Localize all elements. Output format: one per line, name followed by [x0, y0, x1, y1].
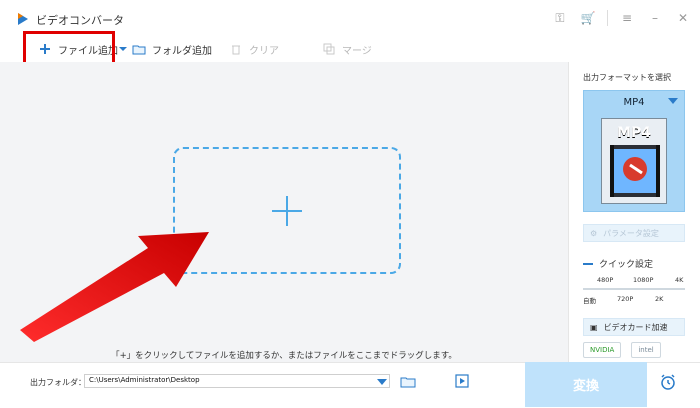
folder-add-icon — [132, 42, 146, 56]
app-title: ビデオコンバータ — [36, 14, 124, 27]
clear-button[interactable]: クリア — [229, 40, 279, 58]
chevron-down-icon — [377, 379, 387, 385]
minimize-icon[interactable]: – — [646, 9, 664, 27]
chevron-down-icon — [668, 98, 678, 104]
merge-button[interactable]: マージ — [322, 40, 372, 58]
trash-icon — [229, 42, 243, 56]
gpu-acceleration-label: ビデオカード加速 — [603, 322, 668, 332]
gpu-acceleration-toggle[interactable]: ▣ ビデオカード加速 — [583, 318, 685, 336]
quality-labels-top: 480P 1080P 4K — [583, 276, 685, 286]
menu-icon[interactable]: ≡ — [618, 9, 636, 27]
parameter-settings-label: パラメータ設定 — [603, 228, 659, 238]
titlebar-separator — [607, 10, 608, 26]
intel-chip[interactable]: intel — [631, 342, 661, 358]
plus-icon[interactable] — [270, 194, 304, 228]
quality-480p: 480P — [597, 276, 614, 284]
alarm-clock-icon[interactable] — [658, 372, 678, 392]
quality-4k: 4K — [675, 276, 684, 284]
output-folder-path: C:\Users\Administrator\Desktop — [89, 376, 200, 384]
quick-settings: クイック設定 — [583, 257, 653, 270]
window-controls: ⚿ 🛒 ≡ – ✕ — [551, 8, 692, 28]
merge-label: マージ — [342, 45, 372, 57]
quality-slider[interactable] — [583, 288, 685, 290]
filmstrip-icon — [610, 145, 660, 197]
add-file-highlight — [23, 31, 115, 65]
parameter-settings-button[interactable]: ⚙ パラメータ設定 — [583, 224, 685, 242]
drop-hint: 「+」をクリックしてファイルを追加するか、またはファイルをここまでドラッグします… — [111, 351, 457, 361]
add-file-dropdown[interactable] — [116, 40, 130, 58]
video-converter-app: ビデオコンバータ ⚿ 🛒 ≡ – ✕ ファイル追加 フォルダ追加 クリア マージ… — [0, 0, 700, 408]
output-folder-select[interactable]: C:\Users\Administrator\Desktop — [84, 374, 390, 388]
key-icon[interactable]: ⚿ — [551, 9, 569, 27]
gpu-icon: ▣ — [590, 322, 598, 332]
merge-icon — [322, 42, 336, 56]
drop-zone[interactable] — [173, 147, 401, 274]
gpu-chips: NVIDIA intel — [583, 342, 685, 358]
quality-1080p: 1080P — [633, 276, 654, 284]
output-folder-label: 出力フォルダ： — [30, 378, 86, 387]
convert-button[interactable]: 変換 — [525, 362, 647, 407]
chevron-down-icon — [116, 42, 130, 56]
cart-icon[interactable]: 🛒 — [579, 9, 597, 27]
quick-settings-icon — [583, 262, 593, 265]
close-icon[interactable]: ✕ — [674, 9, 692, 27]
format-selector[interactable]: MP4 MP4 — [583, 90, 685, 212]
app-logo-icon — [18, 13, 28, 25]
quality-2k: 2K — [655, 295, 664, 303]
nvidia-chip[interactable]: NVIDIA — [583, 342, 622, 358]
add-folder-label: フォルダ追加 — [152, 45, 212, 57]
settings-icon: ⚙ — [590, 228, 598, 238]
quality-720p: 720P — [617, 295, 634, 303]
clear-label: クリア — [249, 45, 279, 57]
preview-icon[interactable] — [454, 373, 470, 389]
quick-settings-label: クイック設定 — [599, 260, 654, 270]
add-folder-button[interactable]: フォルダ追加 — [132, 40, 212, 58]
file-area: 「+」をクリックしてファイルを追加するか、またはファイルをここまでドラッグします… — [0, 62, 568, 362]
open-folder-icon[interactable] — [400, 373, 416, 389]
quality-labels-bottom: 自動 720P 2K — [583, 295, 685, 305]
mp4-format-tile: MP4 — [601, 118, 667, 204]
output-format-title: 出力フォーマットを選択 — [583, 73, 671, 82]
quality-auto: 自動 — [583, 297, 596, 305]
output-format-panel: 出力フォーマットを選択 MP4 MP4 ⚙ パラメータ設定 クイック設定 480… — [568, 62, 700, 362]
